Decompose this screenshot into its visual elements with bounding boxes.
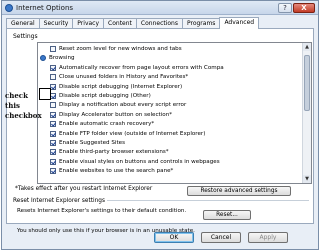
list-item-label: Enable third-party browser extensions*	[59, 149, 169, 156]
apply-button[interactable]: Apply	[248, 232, 288, 243]
list-item[interactable]: Enable websites to use the search pane*	[38, 167, 298, 175]
scroll-thumb[interactable]	[304, 55, 310, 111]
list-item-label: Close unused folders in History and Favo…	[59, 74, 189, 81]
window-title: Internet Options	[16, 4, 74, 12]
list-item-label: Enable FTP folder view (outside of Inter…	[59, 130, 206, 137]
checkbox[interactable]	[50, 130, 56, 137]
highlight-box	[39, 88, 51, 100]
reset-description: Resets Internet Explorer's settings to t…	[17, 208, 187, 214]
annotation-line-1: check	[5, 91, 28, 100]
internet-options-dialog: Internet Options ? X General Security Pr…	[1, 0, 319, 250]
list-item[interactable]: Enable FTP folder view (outside of Inter…	[38, 130, 298, 138]
restore-advanced-settings-button[interactable]: Restore advanced settings	[187, 186, 291, 196]
list-item-label: Automatically recover from page layout e…	[59, 64, 224, 71]
ok-button[interactable]: OK	[154, 232, 194, 243]
list-item[interactable]: Enable third-party browser extensions*	[38, 148, 298, 156]
list-item-label: Disable script debugging (Other)	[59, 93, 151, 99]
list-item[interactable]: Disable script debugging (Internet Explo…	[38, 83, 298, 91]
checkbox[interactable]	[50, 111, 56, 118]
cancel-button[interactable]: Cancel	[201, 232, 241, 243]
checkbox[interactable]	[50, 149, 56, 156]
reset-button[interactable]: Reset...	[203, 210, 251, 220]
internet-explorer-icon	[5, 4, 13, 12]
close-button[interactable]: X	[293, 3, 315, 13]
checkbox[interactable]	[50, 121, 56, 128]
list-item[interactable]: Reset zoom level for new windows and tab…	[38, 45, 298, 53]
checkbox[interactable]	[50, 46, 56, 52]
list-item[interactable]: Close unused folders in History and Favo…	[38, 73, 298, 81]
list-item-label: Reset zoom level for new windows and tab…	[59, 46, 182, 52]
list-item-label: Enable visual styles on buttons and cont…	[59, 158, 220, 165]
list-item[interactable]: Enable automatic crash recovery*	[38, 120, 298, 128]
annotation-line-2: this	[5, 101, 20, 110]
list-item-label: Display Accelerator button on selection*	[59, 111, 173, 118]
vertical-scrollbar[interactable]: ▲ ▼	[302, 43, 311, 183]
help-button[interactable]: ?	[278, 3, 292, 13]
restart-note: *Takes effect after you restart Internet…	[15, 186, 153, 192]
list-item-label: Browsing	[49, 55, 75, 62]
list-item-label: Display a notification about every scrip…	[59, 102, 187, 109]
tab-advanced[interactable]: Advanced	[219, 17, 260, 29]
settings-label: Settings	[13, 33, 38, 40]
checkbox[interactable]	[50, 158, 56, 165]
list-item[interactable]: Enable Suggested Sites	[38, 139, 298, 147]
list-item[interactable]: Display a notification about every scrip…	[38, 101, 298, 109]
checkbox[interactable]	[50, 168, 56, 175]
annotation-line-3: checkbox	[5, 111, 42, 120]
checkbox[interactable]	[50, 102, 56, 109]
scroll-up-icon[interactable]: ▲	[303, 43, 311, 51]
list-item[interactable]: Display Accelerator button on selection*	[38, 111, 298, 119]
list-category[interactable]: Browsing	[38, 54, 298, 62]
list-item-label: Enable Suggested Sites	[59, 140, 126, 146]
list-item[interactable]: Disable script debugging (Other)	[38, 92, 298, 100]
title-bar[interactable]: Internet Options ? X	[2, 1, 318, 15]
scroll-down-icon[interactable]: ▼	[303, 175, 311, 183]
checkbox[interactable]	[50, 64, 56, 71]
settings-list[interactable]: ▲ ▼ Reset zoom level for new windows and…	[37, 42, 312, 184]
reset-group-title: Reset Internet Explorer settings	[13, 198, 107, 204]
list-item[interactable]: Enable visual styles on buttons and cont…	[38, 158, 298, 166]
reset-group: Reset Internet Explorer settings Resets …	[13, 198, 309, 222]
list-item-label: Enable automatic crash recovery*	[59, 121, 155, 128]
category-icon	[40, 55, 46, 62]
list-item-label: Enable websites to use the search pane*	[59, 168, 174, 175]
checkbox[interactable]	[50, 74, 56, 81]
advanced-panel: Settings ▲ ▼ Reset zoom level for new wi…	[6, 28, 314, 234]
list-item[interactable]: Automatically recover from page layout e…	[38, 64, 298, 72]
list-item-label: Disable script debugging (Internet Explo…	[59, 83, 183, 90]
checkbox[interactable]	[50, 140, 56, 146]
